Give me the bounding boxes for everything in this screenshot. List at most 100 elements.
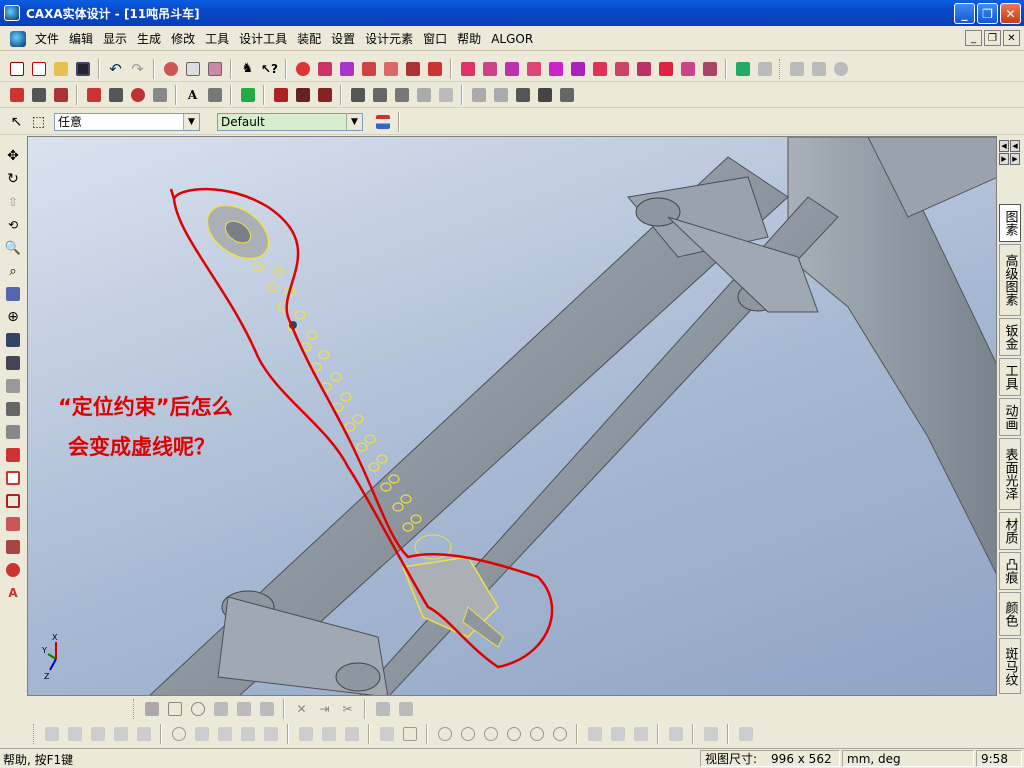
orient-view-icon[interactable]: [28, 84, 49, 105]
sketch-grid-icon[interactable]: [141, 699, 162, 720]
menu-tools[interactable]: 工具: [200, 30, 234, 47]
sketch-copy-icon[interactable]: [233, 699, 254, 720]
edit-icon[interactable]: [3, 422, 23, 442]
sketch-rect-icon[interactable]: [164, 699, 185, 720]
tab-sheet-metal[interactable]: 钣金: [999, 318, 1021, 356]
nav-prev-icon[interactable]: ◀: [1010, 140, 1020, 152]
menu-window[interactable]: 窗口: [418, 30, 452, 47]
paint-icon[interactable]: [754, 58, 775, 79]
copy-icon[interactable]: [182, 58, 203, 79]
chevron-down-icon[interactable]: ▼: [183, 113, 199, 130]
shell-icon[interactable]: [589, 58, 610, 79]
minimize-button[interactable]: _: [954, 3, 975, 24]
scale-icon[interactable]: [336, 58, 357, 79]
chevron-down-icon[interactable]: ▼: [346, 113, 362, 130]
loft-icon[interactable]: [523, 58, 544, 79]
paste-icon[interactable]: [204, 58, 225, 79]
trim-icon[interactable]: [402, 58, 423, 79]
shade-dark-icon[interactable]: [292, 84, 313, 105]
wave-icon[interactable]: [3, 514, 23, 534]
menu-modify[interactable]: 修改: [166, 30, 200, 47]
line-icon[interactable]: [41, 724, 62, 745]
select-box-icon[interactable]: ⬚: [28, 111, 49, 132]
tilt-icon[interactable]: ⇧: [3, 192, 23, 212]
text-a-icon[interactable]: A: [3, 583, 23, 603]
pattern-icon[interactable]: [735, 724, 756, 745]
text-icon[interactable]: A: [182, 84, 203, 105]
assemble-icon[interactable]: [347, 84, 368, 105]
menu-algor[interactable]: ALGOR: [486, 32, 538, 46]
sketch-dim-icon[interactable]: [372, 699, 393, 720]
restore-button[interactable]: ❐: [977, 3, 998, 24]
grid-cube-icon[interactable]: [556, 84, 577, 105]
new-drawing-icon[interactable]: [28, 58, 49, 79]
tools-icon[interactable]: [512, 84, 533, 105]
sketch-paste-icon[interactable]: [256, 699, 277, 720]
camera3-icon[interactable]: [3, 376, 23, 396]
light-icon[interactable]: [149, 84, 170, 105]
spline-icon[interactable]: [260, 724, 281, 745]
sketch-constraint-icon[interactable]: [395, 699, 416, 720]
style-select[interactable]: Default ▼: [217, 112, 363, 131]
explode-icon[interactable]: [490, 84, 511, 105]
project-icon[interactable]: [318, 724, 339, 745]
menu-design-tools[interactable]: 设计工具: [234, 30, 292, 47]
chamfer-icon[interactable]: [567, 58, 588, 79]
spin-icon[interactable]: ⟲: [3, 215, 23, 235]
rotate-view-icon[interactable]: [160, 58, 181, 79]
tab-advanced-primitives[interactable]: 高级图素: [999, 244, 1021, 316]
sketch-extend-icon[interactable]: ⇥: [314, 699, 335, 720]
measure-icon[interactable]: [699, 58, 720, 79]
zoom-window-icon[interactable]: ⌕: [3, 261, 23, 281]
arc-3pt-icon[interactable]: [584, 724, 605, 745]
new-design-icon[interactable]: [6, 58, 27, 79]
circle-tan-icon[interactable]: [480, 724, 501, 745]
crop-icon[interactable]: [3, 491, 23, 511]
polyline-icon[interactable]: [64, 724, 85, 745]
nav-next-icon[interactable]: ▶: [999, 153, 1009, 165]
rotate-icon[interactable]: [314, 58, 335, 79]
mirror-sketch-icon[interactable]: [341, 724, 362, 745]
boolean-icon[interactable]: [655, 58, 676, 79]
menu-design-elements[interactable]: 设计元素: [360, 30, 418, 47]
disassemble-icon[interactable]: [369, 84, 390, 105]
menu-assembly[interactable]: 装配: [292, 30, 326, 47]
menu-view[interactable]: 显示: [98, 30, 132, 47]
tab-tools[interactable]: 工具: [999, 358, 1021, 396]
section-icon[interactable]: [677, 58, 698, 79]
nav-first-icon[interactable]: ◀: [999, 140, 1009, 152]
app-icon[interactable]: [4, 5, 20, 21]
sketch-fillet-icon[interactable]: [210, 699, 231, 720]
mirror-icon[interactable]: [358, 58, 379, 79]
fillet-icon[interactable]: [545, 58, 566, 79]
close-button[interactable]: ✕: [1000, 3, 1021, 24]
pan-icon[interactable]: ✥: [3, 146, 23, 166]
circle-center-icon[interactable]: [434, 724, 455, 745]
circle-2pt-icon[interactable]: [503, 724, 524, 745]
save-icon[interactable]: [72, 58, 93, 79]
eyedropper-icon[interactable]: [732, 58, 753, 79]
tangent-icon[interactable]: [133, 724, 154, 745]
sketch-delete-icon[interactable]: ✕: [291, 699, 312, 720]
cube-icon[interactable]: [534, 84, 555, 105]
doc-minimize-button[interactable]: _: [965, 30, 982, 46]
menu-settings[interactable]: 设置: [326, 30, 360, 47]
clear-icon[interactable]: [830, 58, 851, 79]
tab-color[interactable]: 颜色: [999, 592, 1021, 636]
circle-icon[interactable]: [168, 724, 189, 745]
sketch-trim-icon[interactable]: ✂: [337, 699, 358, 720]
smart-paint-icon[interactable]: [808, 58, 829, 79]
interference-icon[interactable]: [468, 84, 489, 105]
doc-close-button[interactable]: ✕: [1003, 30, 1020, 46]
sketch-circle-icon[interactable]: [187, 699, 208, 720]
hand-icon[interactable]: [786, 58, 807, 79]
polygon-icon[interactable]: [237, 724, 258, 745]
orbit-icon[interactable]: ↻: [3, 169, 23, 189]
tab-zebra[interactable]: 斑马纹: [999, 638, 1021, 694]
draft-icon[interactable]: [611, 58, 632, 79]
surface-icon[interactable]: [3, 537, 23, 557]
tab-primitives[interactable]: 图素: [999, 204, 1021, 242]
hierarchy-icon[interactable]: [372, 111, 393, 132]
constraint-icon[interactable]: [391, 84, 412, 105]
rotate-part-icon[interactable]: [127, 84, 148, 105]
